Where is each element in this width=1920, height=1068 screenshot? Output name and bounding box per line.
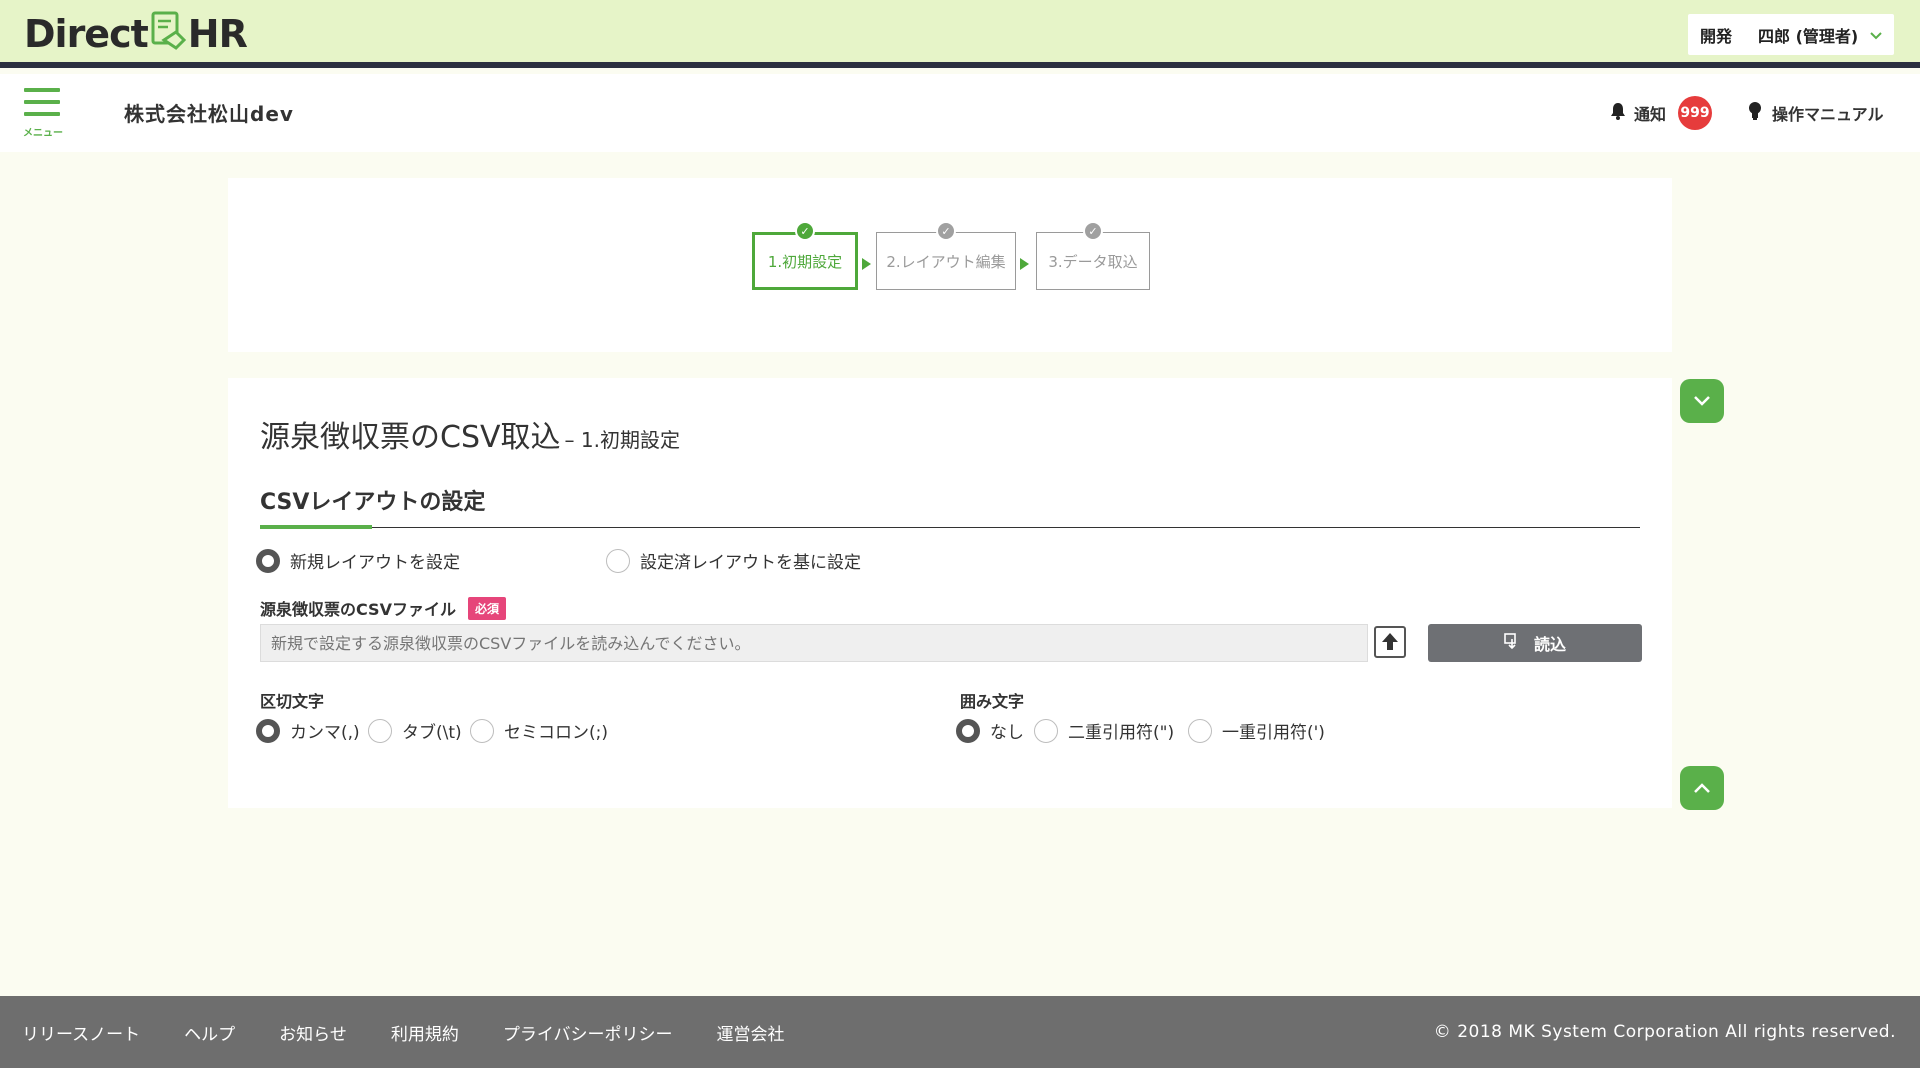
step-indicator-card: ✓ 1.初期設定 ✓ 2.レイアウト編集 ✓ 3.データ取込 — [228, 178, 1672, 352]
section-title: CSVレイアウトの設定 — [260, 490, 486, 515]
scroll-up-button[interactable] — [1680, 766, 1724, 810]
step-arrow-icon — [862, 258, 871, 270]
step-label: 1.初期設定 — [767, 252, 843, 271]
radio-label: セミコロン(;) — [504, 723, 608, 743]
radio-label: 一重引用符(') — [1222, 723, 1325, 743]
radio-indicator — [1034, 718, 1058, 743]
radio-indicator — [470, 718, 494, 743]
read-button[interactable]: 読込 — [1428, 624, 1642, 662]
radio-label: タブ(\t) — [402, 723, 462, 743]
copyright: © 2018 MK System Corporation All rights … — [1433, 1022, 1896, 1042]
user-menu[interactable]: 開発 四郎 (管理者) — [1688, 14, 1894, 55]
radio-indicator-selected — [956, 718, 980, 743]
footer-links: リリースノート ヘルプ お知らせ 利用規約 プライバシーポリシー 運営会社 — [22, 996, 785, 1068]
check-icon: ✓ — [1083, 221, 1103, 241]
required-badge: 必須 — [467, 596, 506, 620]
step-initial-settings: ✓ 1.初期設定 — [752, 221, 858, 290]
bell-icon — [1610, 102, 1626, 124]
radio-label: 二重引用符(") — [1068, 723, 1175, 743]
footer-link-news[interactable]: お知らせ — [279, 1020, 347, 1045]
notification-label: 通知 — [1634, 105, 1667, 124]
radio-indicator — [368, 718, 392, 743]
delimiter-label-text: 区切文字 — [260, 692, 325, 711]
top-header: Direct HR 開発 四郎 (管理者) — [0, 0, 1920, 68]
read-button-label: 読込 — [1533, 635, 1566, 654]
notification-count-badge: 999 — [1678, 96, 1713, 130]
check-icon: ✓ — [936, 221, 956, 241]
logo-text-right: HR — [187, 12, 248, 56]
sub-header: メニュー 株式会社松山dev 通知 999 操作マニュアル — [0, 74, 1920, 152]
radio-enclosure-none[interactable]: なし — [956, 718, 1024, 743]
radio-label: カンマ(,) — [290, 723, 360, 743]
chevron-down-icon — [1870, 25, 1882, 44]
page-title-step: – 1.初期設定 — [564, 428, 680, 452]
csv-file-label-text: 源泉徴収票のCSVファイル — [260, 600, 456, 619]
step-layout-edit: ✓ 2.レイアウト編集 — [876, 221, 1016, 290]
lightbulb-icon — [1748, 101, 1762, 125]
user-dept: 開発 — [1700, 26, 1733, 46]
step-label: 2.レイアウト編集 — [886, 252, 1006, 271]
company-name: 株式会社松山dev — [124, 102, 294, 126]
user-name: 四郎 (管理者) — [1758, 26, 1859, 46]
manual-link[interactable]: 操作マニュアル — [1748, 98, 1884, 128]
radio-indicator-selected — [256, 548, 280, 573]
csv-import-card: 源泉徴収票のCSV取込 – 1.初期設定 CSVレイアウトの設定 新規レイアウト… — [228, 378, 1672, 808]
step-data-import: ✓ 3.データ取込 — [1036, 221, 1150, 290]
manual-label: 操作マニュアル — [1772, 105, 1884, 124]
import-icon — [1504, 633, 1520, 653]
notification-button[interactable]: 通知 999 — [1610, 96, 1713, 130]
radio-enclosure-double-quote[interactable]: 二重引用符(") — [1034, 718, 1174, 743]
page-title: 源泉徴収票のCSV取込 – 1.初期設定 — [260, 412, 680, 456]
radio-delimiter-semicolon[interactable]: セミコロン(;) — [470, 718, 608, 743]
footer-link-release-notes[interactable]: リリースノート — [22, 1020, 140, 1045]
radio-label: 新規レイアウトを設定 — [290, 553, 460, 573]
logo-text-left: Direct — [24, 12, 149, 56]
radio-delimiter-tab[interactable]: タブ(\t) — [368, 718, 462, 743]
app-logo[interactable]: Direct HR — [24, 10, 248, 59]
collapse-down-button[interactable] — [1680, 379, 1724, 423]
chevron-up-icon — [1693, 779, 1711, 798]
footer-link-terms[interactable]: 利用規約 — [391, 1020, 459, 1045]
footer-link-company[interactable]: 運営会社 — [717, 1020, 785, 1045]
radio-label: なし — [990, 723, 1024, 743]
hamburger-icon-bar — [24, 112, 60, 116]
hamburger-icon-bar — [24, 100, 60, 104]
radio-delimiter-comma[interactable]: カンマ(,) — [256, 718, 360, 743]
csv-file-input[interactable] — [260, 624, 1368, 662]
hamburger-icon — [24, 88, 60, 92]
radio-indicator — [1188, 718, 1212, 743]
footer-link-help[interactable]: ヘルプ — [184, 1020, 235, 1045]
logo-document-icon — [150, 10, 186, 59]
radio-indicator-selected — [256, 718, 280, 743]
section-divider-accent — [260, 525, 372, 529]
menu-button[interactable]: メニュー — [22, 88, 64, 144]
radio-label: 設定済レイアウトを基に設定 — [640, 553, 861, 573]
enclosure-label: 囲み文字 — [960, 688, 1024, 712]
step-label: 3.データ取込 — [1048, 252, 1138, 271]
page-title-main: 源泉徴収票のCSV取込 — [260, 420, 561, 455]
radio-existing-layout[interactable]: 設定済レイアウトを基に設定 — [606, 548, 861, 573]
enclosure-label-text: 囲み文字 — [960, 692, 1025, 711]
chevron-down-icon — [1693, 392, 1711, 411]
radio-new-layout[interactable]: 新規レイアウトを設定 — [256, 548, 460, 573]
step-arrow-icon — [1020, 258, 1029, 270]
radio-enclosure-single-quote[interactable]: 一重引用符(') — [1188, 718, 1325, 743]
footer-link-privacy[interactable]: プライバシーポリシー — [503, 1020, 673, 1045]
csv-file-label: 源泉徴収票のCSVファイル 必須 — [260, 596, 506, 620]
radio-indicator — [606, 548, 630, 573]
upload-icon[interactable] — [1374, 626, 1406, 658]
check-icon: ✓ — [795, 221, 815, 241]
section-divider — [260, 527, 1640, 528]
footer: リリースノート ヘルプ お知らせ 利用規約 プライバシーポリシー 運営会社 © … — [0, 996, 1920, 1068]
delimiter-label: 区切文字 — [260, 688, 324, 712]
menu-label: メニュー — [23, 128, 63, 139]
